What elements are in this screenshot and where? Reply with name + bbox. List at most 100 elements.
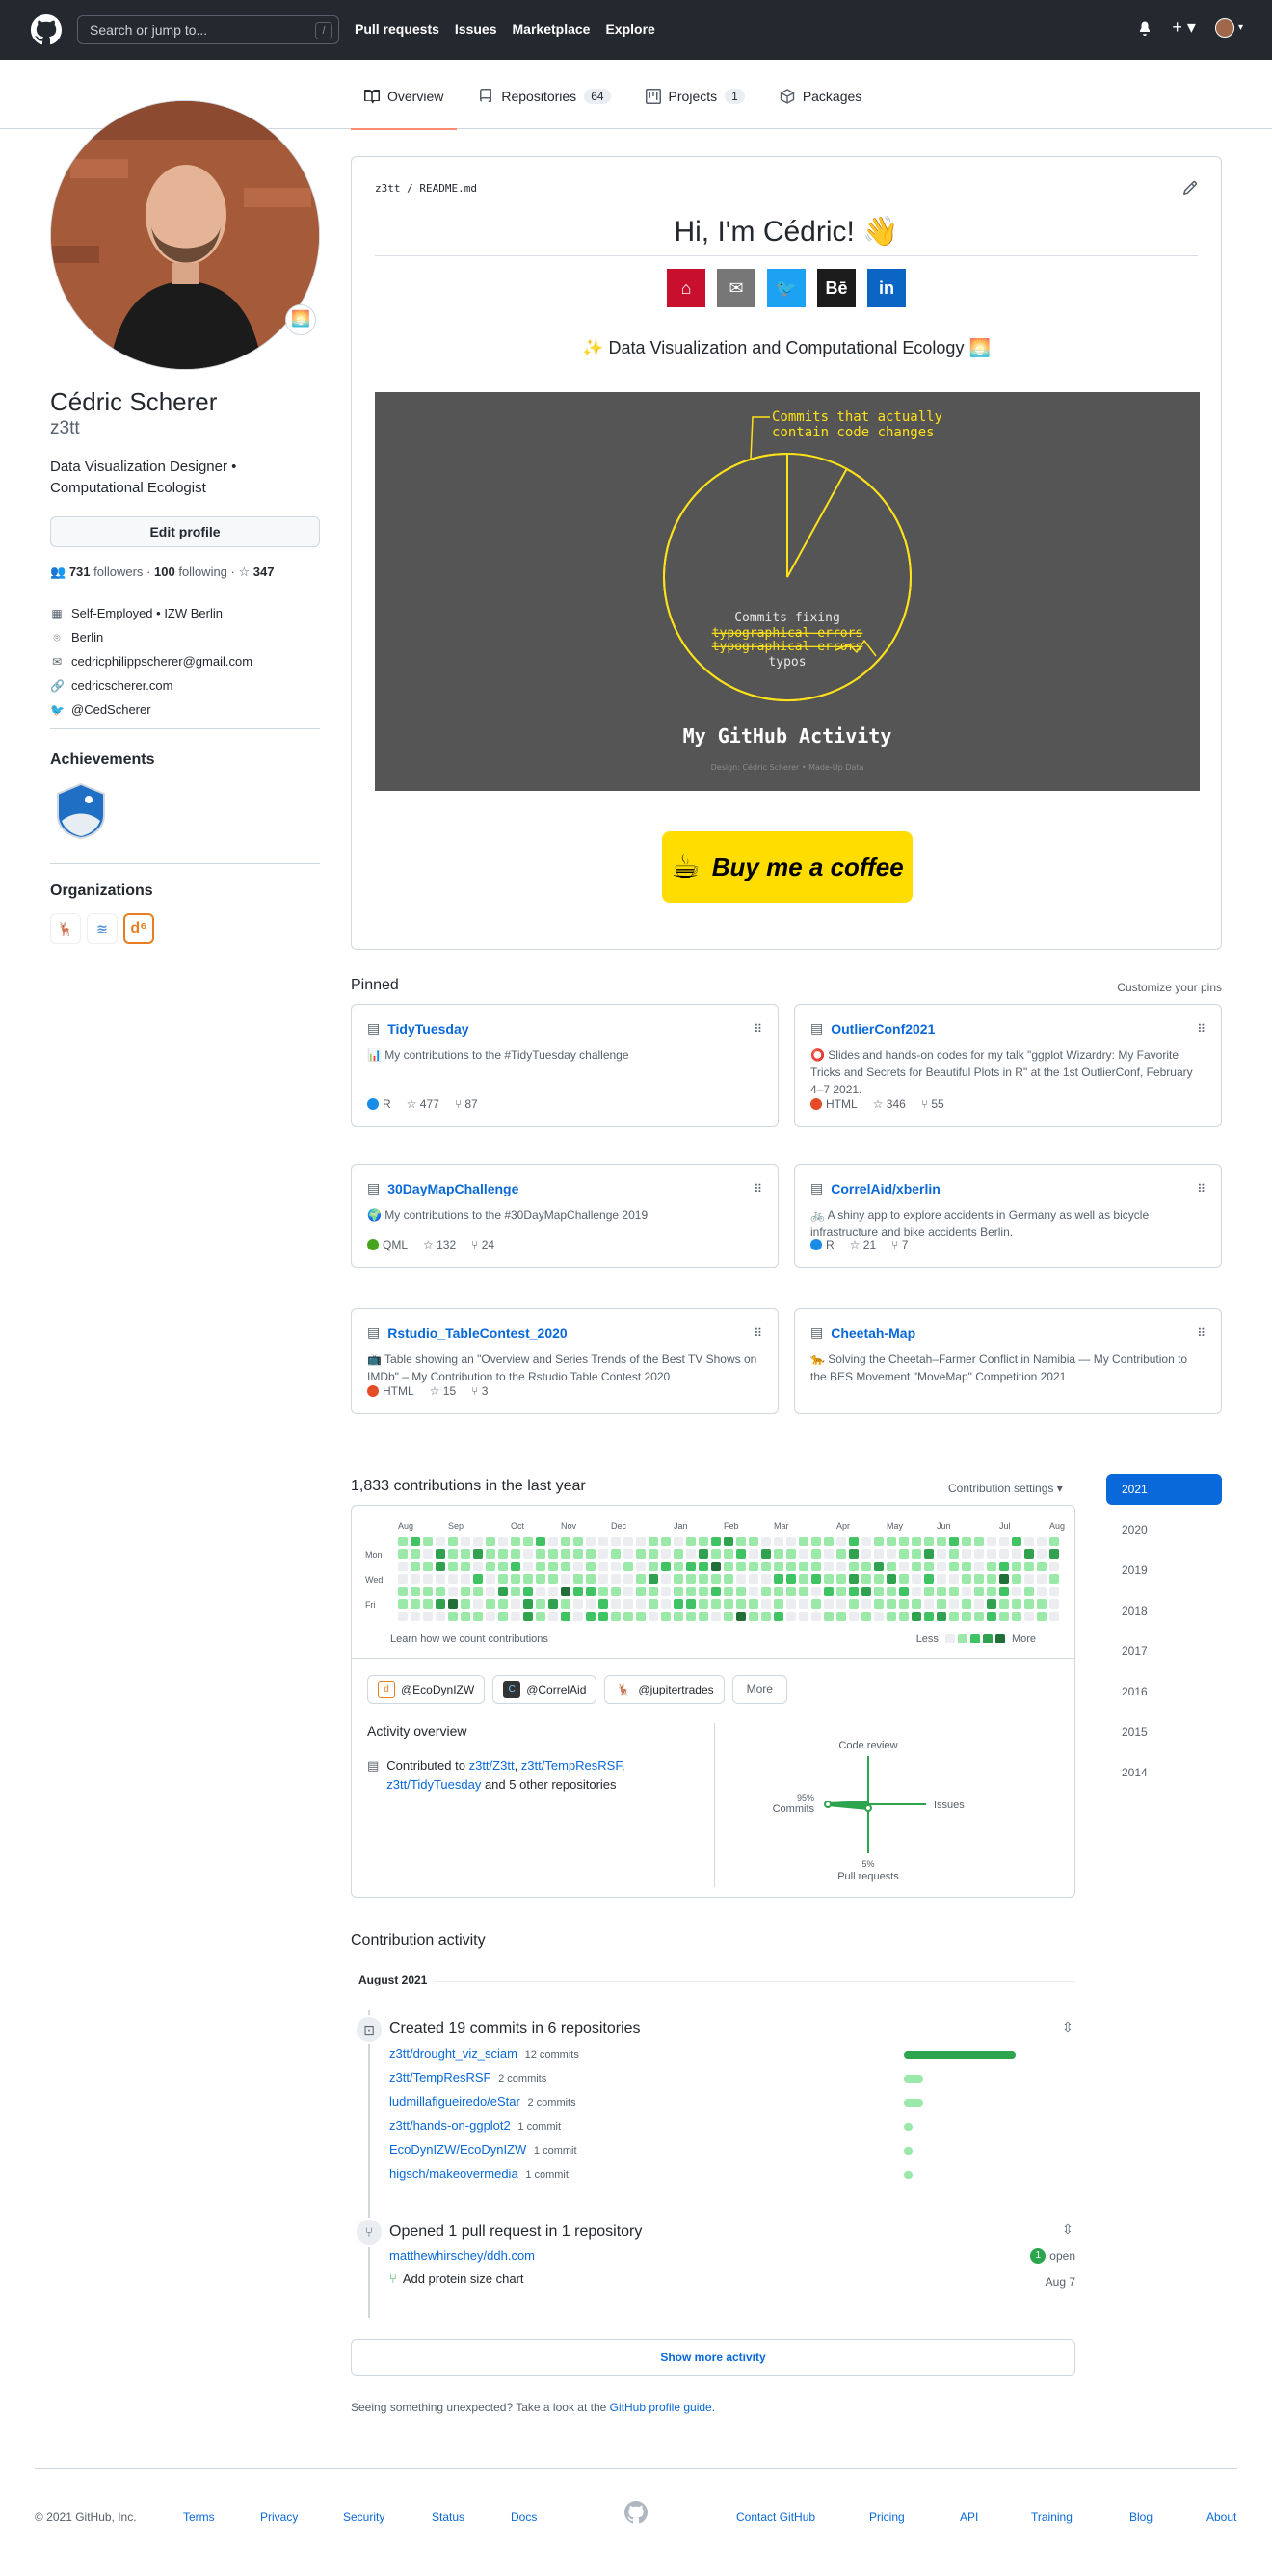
status-emoji[interactable]: 🌅 — [285, 304, 316, 335]
contribution-day[interactable] — [511, 1587, 520, 1596]
behance-icon[interactable]: Bē — [817, 269, 856, 307]
contribution-day[interactable] — [711, 1549, 721, 1559]
contribution-day[interactable] — [623, 1574, 633, 1584]
contribution-day[interactable] — [561, 1562, 570, 1571]
contribution-day[interactable] — [937, 1574, 946, 1584]
contribution-day[interactable] — [824, 1574, 834, 1584]
contribution-day[interactable] — [511, 1612, 520, 1621]
contribution-day[interactable] — [398, 1587, 408, 1596]
contribution-day[interactable] — [849, 1599, 859, 1609]
contribution-day[interactable] — [711, 1574, 721, 1584]
contribution-day[interactable] — [661, 1537, 671, 1546]
contribution-day[interactable] — [949, 1587, 959, 1596]
contribution-day[interactable] — [1049, 1599, 1059, 1609]
contribution-day[interactable] — [786, 1537, 796, 1546]
tab-packages[interactable]: Packages — [766, 81, 875, 118]
contribution-day[interactable] — [874, 1549, 884, 1559]
contribution-day[interactable] — [749, 1599, 758, 1609]
following-link[interactable]: 100 following — [154, 565, 227, 579]
year-link-2016[interactable]: 2016 — [1106, 1676, 1222, 1707]
contribution-day[interactable] — [586, 1537, 596, 1546]
contribution-day[interactable] — [786, 1549, 796, 1559]
twitter-icon[interactable]: 🐦 — [767, 269, 806, 307]
contribution-day[interactable] — [573, 1562, 583, 1571]
pinned-repo-name[interactable]: Cheetah-Map — [831, 1326, 915, 1341]
contribution-day[interactable] — [786, 1599, 796, 1609]
commit-repo-link[interactable]: z3tt/hands-on-ggplot2 — [389, 2118, 511, 2133]
contribution-day[interactable] — [536, 1549, 545, 1559]
contribution-day[interactable] — [974, 1612, 984, 1621]
contribution-day[interactable] — [887, 1574, 896, 1584]
contribution-day[interactable] — [674, 1562, 683, 1571]
repo-forks[interactable]: ⑂ 7 — [891, 1238, 908, 1251]
contribution-day[interactable] — [598, 1574, 608, 1584]
contribution-day[interactable] — [511, 1537, 520, 1546]
contribution-day[interactable] — [724, 1537, 733, 1546]
footer-security[interactable]: Security — [343, 2510, 384, 2524]
contribution-day[interactable] — [623, 1537, 633, 1546]
org-filter-ecodynizw[interactable]: d @EcoDynIZW — [367, 1675, 486, 1704]
contribution-day[interactable] — [423, 1562, 433, 1571]
contribution-day[interactable] — [611, 1612, 621, 1621]
contribution-day[interactable] — [586, 1562, 596, 1571]
contribution-day[interactable] — [786, 1574, 796, 1584]
contribution-day[interactable] — [987, 1612, 996, 1621]
contribution-day[interactable] — [861, 1612, 871, 1621]
contribution-day[interactable] — [1012, 1562, 1021, 1571]
contribution-day[interactable] — [661, 1612, 671, 1621]
contribution-day[interactable] — [498, 1612, 508, 1621]
contribution-day[interactable] — [962, 1562, 971, 1571]
contribution-day[interactable] — [824, 1599, 834, 1609]
drag-handle-icon[interactable]: ⠿ — [754, 1022, 762, 1036]
contribution-day[interactable] — [423, 1549, 433, 1559]
contribution-day[interactable] — [761, 1549, 771, 1559]
contribution-day[interactable] — [536, 1599, 545, 1609]
contribution-day[interactable] — [912, 1537, 921, 1546]
contribution-day[interactable] — [974, 1549, 984, 1559]
contribution-day[interactable] — [974, 1587, 984, 1596]
contribution-day[interactable] — [623, 1587, 633, 1596]
contribution-day[interactable] — [623, 1612, 633, 1621]
contribution-day[interactable] — [498, 1599, 508, 1609]
contribution-day[interactable] — [586, 1587, 596, 1596]
contribution-day[interactable] — [1037, 1612, 1047, 1621]
contribution-day[interactable] — [448, 1587, 458, 1596]
contribution-day[interactable] — [473, 1599, 483, 1609]
create-new-icon[interactable]: + ▾ — [1172, 17, 1196, 38]
contribution-day[interactable] — [874, 1537, 884, 1546]
contribution-day[interactable] — [611, 1562, 621, 1571]
contribution-day[interactable] — [736, 1612, 746, 1621]
readme-path-file[interactable]: README.md — [419, 182, 477, 195]
user-avatar-menu[interactable]: ▾ — [1214, 17, 1243, 38]
contribution-day[interactable] — [849, 1549, 859, 1559]
contributed-link-3[interactable]: z3tt/TidyTuesday — [386, 1777, 481, 1792]
contribution-day[interactable] — [861, 1562, 871, 1571]
commit-repo-link[interactable]: z3tt/TempResRSF — [389, 2070, 490, 2085]
contribution-day[interactable] — [398, 1612, 408, 1621]
contribution-day[interactable] — [799, 1549, 808, 1559]
contribution-day[interactable] — [736, 1587, 746, 1596]
contribution-day[interactable] — [411, 1574, 420, 1584]
contribution-day[interactable] — [987, 1599, 996, 1609]
footer-pricing[interactable]: Pricing — [869, 2510, 905, 2524]
contribution-day[interactable] — [498, 1562, 508, 1571]
contribution-day[interactable] — [536, 1587, 545, 1596]
contribution-day[interactable] — [861, 1599, 871, 1609]
contribution-day[interactable] — [561, 1549, 570, 1559]
contribution-day[interactable] — [411, 1599, 420, 1609]
contribution-day[interactable] — [899, 1574, 909, 1584]
contribution-day[interactable] — [699, 1599, 708, 1609]
contribution-day[interactable] — [623, 1599, 633, 1609]
contribution-day[interactable] — [611, 1549, 621, 1559]
contribution-day[interactable] — [912, 1574, 921, 1584]
contribution-day[interactable] — [999, 1587, 1009, 1596]
contribution-day[interactable] — [962, 1587, 971, 1596]
contribution-day[interactable] — [899, 1549, 909, 1559]
contribution-day[interactable] — [1012, 1599, 1021, 1609]
contribution-day[interactable] — [912, 1562, 921, 1571]
contribution-day[interactable] — [849, 1612, 859, 1621]
contribution-day[interactable] — [498, 1549, 508, 1559]
contribution-day[interactable] — [686, 1537, 696, 1546]
contribution-day[interactable] — [887, 1612, 896, 1621]
pinned-repo-name[interactable]: TidyTuesday — [387, 1021, 468, 1037]
